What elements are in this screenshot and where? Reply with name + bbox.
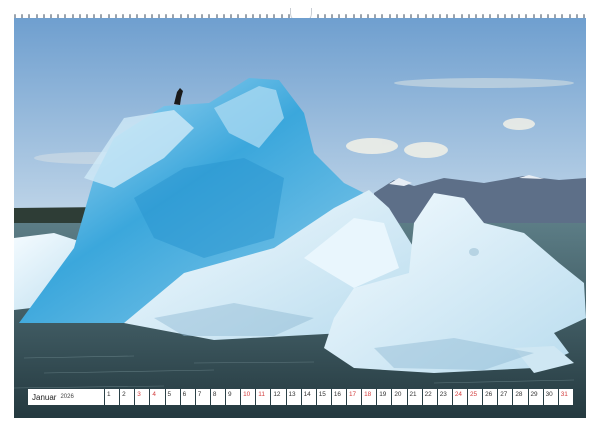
calendar-day: 7	[195, 389, 210, 405]
month-label-box: Januar 2026	[28, 389, 104, 405]
calendar-day: 3	[135, 389, 150, 405]
calendar-day: 31	[558, 389, 573, 405]
calendar-day: 23	[437, 389, 452, 405]
calendar-day: 14	[301, 389, 316, 405]
calendar-day: 16	[331, 389, 346, 405]
calendar-day: 26	[483, 389, 498, 405]
calendar-day: 1	[105, 389, 120, 405]
year-label: 2026	[60, 394, 74, 400]
calendar-day: 30	[543, 389, 558, 405]
calendar-day: 8	[210, 389, 225, 405]
calendar-day: 19	[377, 389, 392, 405]
calendar-day: 5	[165, 389, 180, 405]
calendar-day: 11	[256, 389, 271, 405]
calendar-day: 27	[498, 389, 513, 405]
calendar-day: 29	[528, 389, 543, 405]
calendar-day: 20	[392, 389, 407, 405]
calendar-day: 6	[180, 389, 195, 405]
month-label: Januar	[32, 392, 57, 402]
calendar-day: 10	[241, 389, 256, 405]
calendar-day: 17	[347, 389, 362, 405]
calendar-day: 13	[286, 389, 301, 405]
calendar-day: 24	[452, 389, 467, 405]
calendar-day: 4	[150, 389, 165, 405]
calendar-day: 15	[316, 389, 331, 405]
calendar-day: 21	[407, 389, 422, 405]
calendar-day: 28	[513, 389, 528, 405]
day-cells: 1 2 3 4 5 6 7 8 9 10 11 12 13 14 15 16 17 18 19 20 21 22 23 24 2…	[105, 389, 573, 405]
calendar-day: 22	[422, 389, 437, 405]
calendar-day: 9	[226, 389, 241, 405]
calendar-day: 2	[120, 389, 135, 405]
calendar-day: 25	[468, 389, 483, 405]
calendar-strip: Januar 2026 1 2 3 4 5 6 7 8 9 10 11 12 13 14 15 16 17 18 1…	[28, 389, 573, 405]
calendar-day: 18	[362, 389, 377, 405]
calendar-day: 12	[271, 389, 286, 405]
iceberg-photo	[14, 18, 586, 418]
